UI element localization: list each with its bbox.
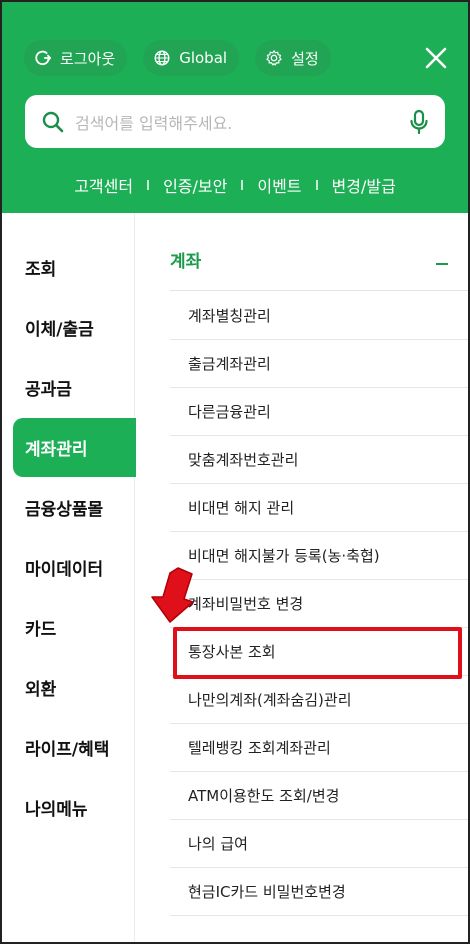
close-icon[interactable] xyxy=(420,42,452,74)
highlight-box xyxy=(173,627,462,679)
category-item-transfer[interactable]: 이체/출금 xyxy=(13,298,146,357)
submenu-item[interactable]: 다른금융관리 xyxy=(170,388,468,436)
section-divider xyxy=(170,290,468,291)
category-item-financial-mall[interactable]: 금융상품몰 xyxy=(13,478,146,537)
microphone-icon[interactable] xyxy=(407,109,431,135)
search-placeholder: 검색어를 입력해주세요. xyxy=(75,113,233,133)
logout-button[interactable]: 로그아웃 xyxy=(24,40,128,76)
submenu-item[interactable]: 나의 급여 xyxy=(170,820,468,868)
app-frame: 로그아웃 Global 설정 검색어를 입력해주세요. 고객센터 인증/보안 이… xyxy=(0,0,470,944)
category-item-inquiry[interactable]: 조회 xyxy=(13,238,146,297)
search-bar[interactable]: 검색어를 입력해주세요. xyxy=(25,95,445,148)
submenu-item[interactable]: 계좌별칭관리 xyxy=(170,292,468,340)
submenu-item[interactable]: 계좌비밀번호 변경 xyxy=(170,580,468,628)
submenu-item[interactable]: 현금IC카드 비밀번호변경 xyxy=(170,868,468,916)
settings-button[interactable]: 설정 xyxy=(255,40,331,76)
submenu-item[interactable]: 나만의계좌(계좌숨김)관리 xyxy=(170,676,468,724)
category-item-mydata[interactable]: 마이데이터 xyxy=(13,538,146,597)
section-title[interactable]: 계좌 xyxy=(170,247,201,272)
quick-links: 고객센터 인증/보안 이벤트 변경/발급 xyxy=(2,168,468,202)
pointer-arrow-icon xyxy=(151,567,194,623)
global-label: Global xyxy=(179,49,228,67)
quick-link-change-issue[interactable]: 변경/발급 xyxy=(318,173,410,197)
quick-link-security[interactable]: 인증/보안 xyxy=(149,173,241,197)
submenu-item[interactable]: 출금계좌관리 xyxy=(170,340,468,388)
collapse-icon[interactable] xyxy=(436,263,448,265)
category-item-my-menu[interactable]: 나의메뉴 xyxy=(13,778,146,837)
globe-icon xyxy=(154,50,170,66)
category-item-utility[interactable]: 공과금 xyxy=(13,358,146,417)
logout-label: 로그아웃 xyxy=(60,49,116,68)
category-item-account-management[interactable]: 계좌관리 xyxy=(13,418,146,477)
category-item-card[interactable]: 카드 xyxy=(13,598,146,657)
category-item-foreign-exchange[interactable]: 외환 xyxy=(13,658,146,717)
submenu-item[interactable]: 비대면 해지 관리 xyxy=(170,484,468,532)
menu-header: 로그아웃 Global 설정 검색어를 입력해주세요. 고객센터 인증/보안 이… xyxy=(2,2,468,213)
global-button[interactable]: Global xyxy=(143,40,240,76)
quick-link-customer-center[interactable]: 고객센터 xyxy=(60,173,147,197)
submenu-item[interactable]: 텔레뱅킹 조회계좌관리 xyxy=(170,724,468,772)
submenu-item[interactable]: ATM이용한도 조회/변경 xyxy=(170,772,468,820)
category-sidebar: 조회 이체/출금 공과금 계좌관리 금융상품몰 마이데이터 카드 외환 라이프/… xyxy=(2,213,146,942)
header-actions: 로그아웃 Global 설정 xyxy=(24,40,331,78)
search-icon xyxy=(42,111,64,132)
submenu-item[interactable]: 맞춤계좌번호관리 xyxy=(170,436,468,484)
submenu-item[interactable]: 비대면 해지불가 등록(농·축협) xyxy=(170,532,468,580)
category-item-life-benefit[interactable]: 라이프/혜택 xyxy=(13,718,146,777)
settings-label: 설정 xyxy=(291,49,319,68)
quick-link-event[interactable]: 이벤트 xyxy=(243,173,315,197)
gear-icon xyxy=(266,50,282,66)
logout-icon xyxy=(35,50,52,66)
